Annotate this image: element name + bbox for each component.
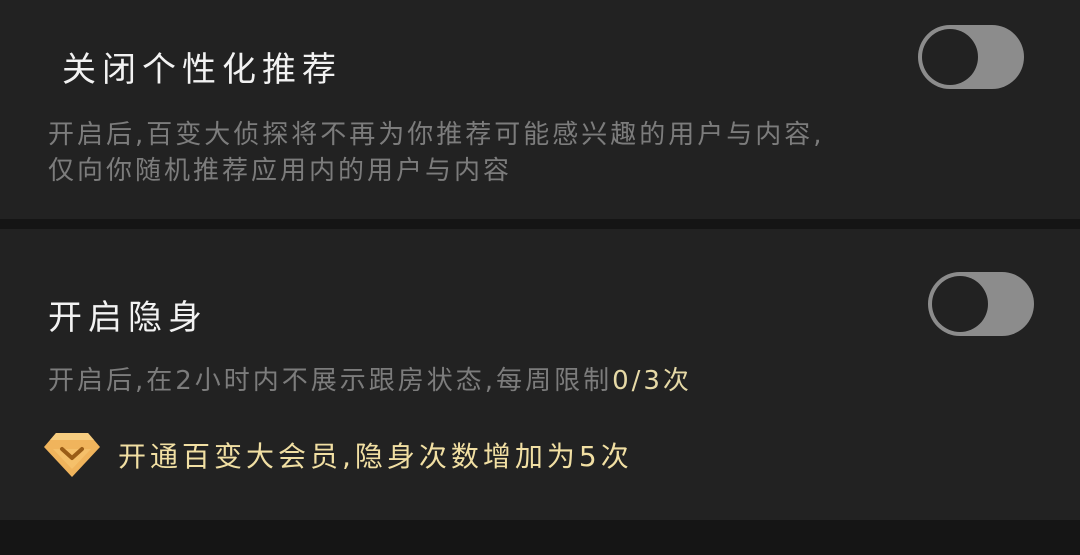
vip-promo-text: 开通百变大会员,隐身次数增加为5次 [118,440,633,473]
stealth-title: 开启隐身 [48,298,208,338]
personalization-section: 关闭个性化推荐 开启后,百变大侦探将不再为你推荐可能感兴趣的用户与内容, 仅向你… [0,0,1080,219]
stealth-toggle[interactable] [928,272,1034,336]
toggle-knob [932,276,988,332]
stealth-desc: 开启后,在2小时内不展示跟房状态,每周限制0/3次 [48,363,692,399]
personalization-toggle[interactable] [918,25,1024,89]
personalization-title: 关闭个性化推荐 [62,50,342,90]
toggle-knob [922,29,978,85]
stealth-section: 开启隐身 开启后,在2小时内不展示跟房状态,每周限制0/3次 开通百变大会员,隐… [0,229,1080,520]
personalization-desc-line2: 仅向你随机推荐应用内的用户与内容 [48,156,513,186]
stealth-desc-text: 开启后,在2小时内不展示跟房状态,每周限制 [48,366,613,396]
vip-diamond-icon [44,433,100,477]
vip-promo[interactable]: 开通百变大会员,隐身次数增加为5次 [42,429,633,481]
stealth-weekly-count: 0/3次 [612,366,692,396]
personalization-desc-line1: 开启后,百变大侦探将不再为你推荐可能感兴趣的用户与内容, [48,120,825,150]
